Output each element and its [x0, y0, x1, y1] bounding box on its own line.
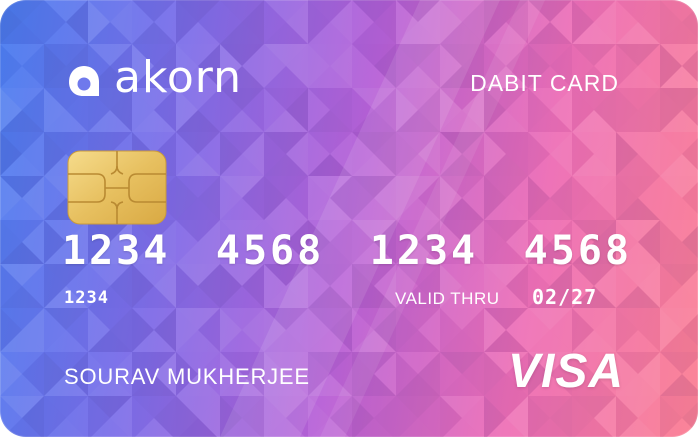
- card-type-label: DABIT CARD: [470, 70, 619, 96]
- visa-logo: VISA: [507, 345, 624, 398]
- valid-thru-value: 02/27: [532, 285, 598, 309]
- credit-card: akorn DABIT CARD 1234 4568 1234 4568 123…: [0, 0, 698, 437]
- brand-logo: akorn: [66, 52, 242, 104]
- card-number-group-4: 4568: [523, 228, 632, 274]
- card-number-group-3: 1234: [369, 228, 479, 274]
- akorn-logo-icon: [69, 66, 99, 96]
- brand-name: akorn: [114, 52, 242, 103]
- card-number-group-1: 1234: [62, 228, 171, 274]
- valid-thru-label: VALID THRU: [395, 289, 500, 308]
- cardholder-name: SOURAV MUKHERJEE: [64, 364, 310, 389]
- emv-chip-icon: [67, 150, 167, 225]
- card-number: 1234 4568 1234 4568: [62, 228, 632, 274]
- card-number-small: 1234: [64, 288, 109, 308]
- card-number-group-2: 4568: [215, 228, 325, 274]
